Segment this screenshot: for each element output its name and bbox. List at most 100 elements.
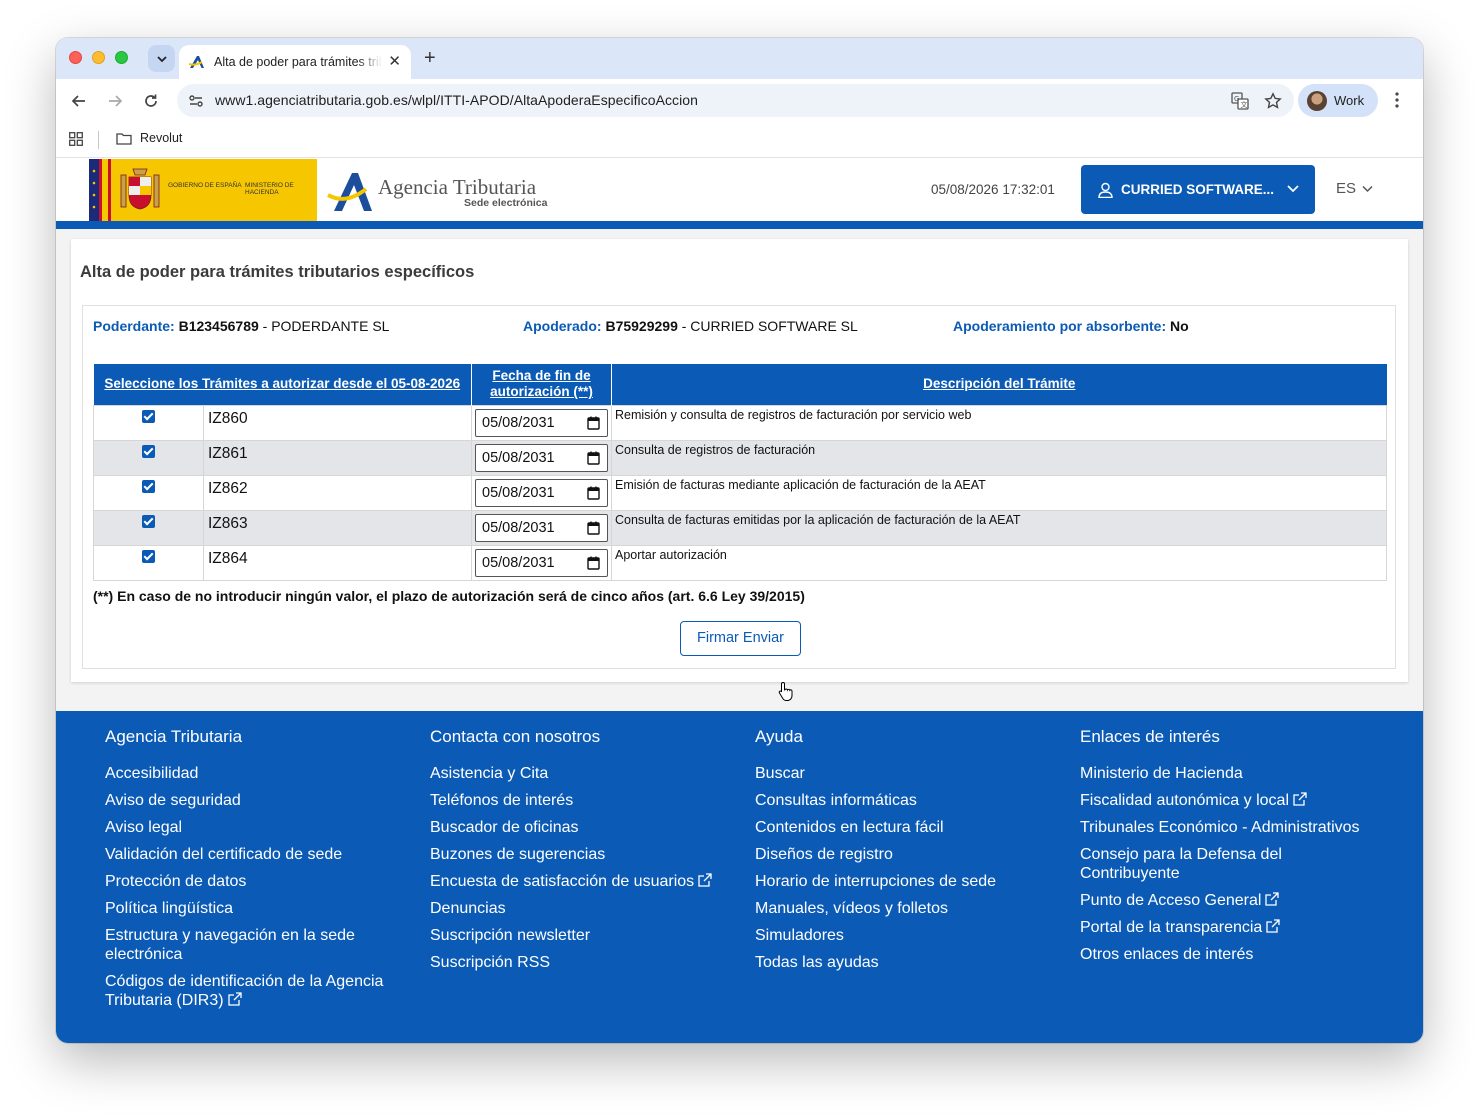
column-header-select[interactable]: Seleccione los Trámites a autorizar desd…: [93, 364, 472, 405]
more-menu-icon[interactable]: [1394, 91, 1400, 109]
site-settings-icon[interactable]: [188, 93, 204, 109]
chevron-down-icon: [156, 55, 167, 62]
minimize-window-button[interactable]: [92, 51, 105, 64]
footer-link-external[interactable]: Portal de la transparencia: [1080, 918, 1380, 937]
firmar-enviar-button[interactable]: Firmar Enviar: [680, 621, 801, 656]
footer-link[interactable]: Accesibilidad: [105, 764, 405, 783]
aeat-favicon-icon: [189, 56, 204, 68]
bookmark-star-icon[interactable]: [1264, 92, 1282, 110]
footer-column-contacto: Contacta con nosotros Asistencia y Cita …: [430, 727, 730, 980]
end-date-input[interactable]: 05/08/2031: [475, 548, 608, 577]
end-date-input[interactable]: 05/08/2031: [475, 478, 608, 507]
language-selector[interactable]: ES: [1336, 180, 1373, 197]
footer-link[interactable]: Ministerio de Hacienda: [1080, 764, 1380, 783]
agencia-tributaria-logo[interactable]: Agencia Tributaria Sede electrónica: [326, 167, 566, 213]
footer-link[interactable]: Aviso de seguridad: [105, 791, 405, 810]
footer-link[interactable]: Aviso legal: [105, 818, 405, 837]
footer-link-external[interactable]: Códigos de identificación de la Agencia …: [105, 972, 405, 1010]
tramites-table: Seleccione los Trámites a autorizar desd…: [93, 364, 1387, 581]
footer-link[interactable]: Buscar: [755, 764, 1055, 783]
tab-strip: Alta de poder para trámites tributarios …: [56, 38, 1423, 79]
column-header-date[interactable]: Fecha de fin de autorización (**): [471, 364, 612, 405]
calendar-icon[interactable]: [587, 416, 600, 430]
end-date-input[interactable]: 05/08/2031: [475, 513, 608, 542]
footer-link-external[interactable]: Encuesta de satisfacción de usuarios: [430, 872, 730, 891]
back-button[interactable]: [68, 90, 90, 112]
footer-link[interactable]: Manuales, vídeos y folletos: [755, 899, 1055, 918]
tramite-checkbox[interactable]: [142, 409, 155, 423]
new-tab-button[interactable]: +: [424, 47, 436, 69]
column-header-description[interactable]: Descripción del Trámite: [611, 364, 1387, 405]
end-date-input[interactable]: 05/08/2031: [475, 443, 608, 472]
footer-link[interactable]: Tribunales Económico - Administrativos: [1080, 818, 1380, 837]
footer-link[interactable]: Consultas informáticas: [755, 791, 1055, 810]
reload-button[interactable]: [140, 90, 162, 112]
tramite-description: Remisión y consulta de registros de fact…: [611, 404, 1387, 441]
end-date-value: 05/08/2031: [482, 519, 555, 536]
tramite-checkbox[interactable]: [142, 514, 155, 528]
footer-link[interactable]: Suscripción RSS: [430, 953, 730, 972]
tramite-checkbox[interactable]: [142, 444, 155, 458]
table-row: IZ861 05/08/2031 Consulta de registros d…: [93, 439, 1387, 476]
footer-link[interactable]: Buscador de oficinas: [430, 818, 730, 837]
tab-close-icon[interactable]: ✕: [388, 54, 401, 70]
close-window-button[interactable]: [69, 51, 82, 64]
bookmarks-bar: Revolut: [56, 122, 1423, 158]
poderdante-info: Poderdante: B123456789 - PODERDANTE SL: [93, 318, 389, 334]
footer-link[interactable]: Política lingüística: [105, 899, 405, 918]
gobierno-logo[interactable]: Gobierno de España Ministerio de Haciend…: [89, 159, 317, 221]
page-title: Alta de poder para trámites tributarios …: [80, 263, 475, 281]
bookmark-label: Revolut: [140, 131, 183, 145]
browser-tab-active[interactable]: Alta de poder para trámites tributarios …: [179, 45, 411, 79]
bookmark-revolut[interactable]: Revolut: [116, 131, 182, 145]
footer-link[interactable]: Otros enlaces de interés: [1080, 945, 1380, 964]
user-menu-button[interactable]: CURRIED SOFTWARE...: [1081, 165, 1315, 214]
apps-grid-icon[interactable]: [69, 132, 83, 146]
tramite-code: IZ863: [203, 509, 472, 546]
footer-link[interactable]: Teléfonos de interés: [430, 791, 730, 810]
calendar-icon[interactable]: [587, 556, 600, 570]
footer-link[interactable]: Consejo para la Defensa del Contribuyent…: [1080, 845, 1300, 883]
tramite-checkbox[interactable]: [142, 479, 155, 493]
end-date-input[interactable]: 05/08/2031: [475, 408, 608, 437]
site-header: Gobierno de España Ministerio de Haciend…: [56, 159, 1423, 221]
tramite-checkbox[interactable]: [142, 549, 155, 563]
footer-link[interactable]: Denuncias: [430, 899, 730, 918]
footer-link-external[interactable]: Punto de Acceso General: [1080, 891, 1380, 910]
footer-column-agencia: Agencia Tributaria Accesibilidad Aviso d…: [105, 727, 405, 1018]
footer-link[interactable]: Asistencia y Cita: [430, 764, 730, 783]
absorbente-info: Apoderamiento por absorbente: No: [953, 318, 1189, 334]
footer-link[interactable]: Simuladores: [755, 926, 1055, 945]
tramite-description: Consulta de registros de facturación: [611, 439, 1387, 476]
maximize-window-button[interactable]: [115, 51, 128, 64]
forward-button[interactable]: [104, 90, 126, 112]
footer-link[interactable]: Horario de interrupciones de sede: [755, 872, 1055, 891]
footer-link[interactable]: Buzones de sugerencias: [430, 845, 730, 864]
calendar-icon[interactable]: [587, 486, 600, 500]
footer-link[interactable]: Validación del certificado de sede: [105, 845, 405, 864]
footer-heading: Agencia Tributaria: [105, 727, 243, 746]
profile-button[interactable]: Work: [1298, 84, 1378, 117]
address-bar[interactable]: www1.agenciatributaria.gob.es/wlpl/ITTI-…: [177, 84, 1294, 117]
end-date-value: 05/08/2031: [482, 414, 555, 431]
calendar-icon[interactable]: [587, 521, 600, 535]
calendar-icon[interactable]: [587, 451, 600, 465]
web-page: Gobierno de España Ministerio de Haciend…: [56, 159, 1423, 1043]
translate-icon[interactable]: G文: [1231, 92, 1249, 110]
external-link-icon: [1266, 919, 1280, 933]
footer-link-external[interactable]: Fiscalidad autonómica y local: [1080, 791, 1380, 810]
footer-column-enlaces: Enlaces de interés Ministerio de Haciend…: [1080, 727, 1380, 972]
end-date-value: 05/08/2031: [482, 554, 555, 571]
footer-link[interactable]: Diseños de registro: [755, 845, 1055, 864]
chevron-down-icon: [1287, 185, 1299, 193]
footer-link-label: Punto de Acceso General: [1080, 892, 1262, 909]
tab-search-button[interactable]: [148, 45, 175, 72]
footer-link[interactable]: Contenidos en lectura fácil: [755, 818, 1055, 837]
table-row: IZ863 05/08/2031 Consulta de facturas em…: [93, 509, 1387, 546]
footer-link[interactable]: Todas las ayudas: [755, 953, 1055, 972]
footer-link[interactable]: Estructura y navegación en la sede elect…: [105, 926, 375, 964]
absorbente-label: Apoderamiento por absorbente:: [953, 318, 1167, 334]
footer-link[interactable]: Suscripción newsletter: [430, 926, 730, 945]
footer-link[interactable]: Protección de datos: [105, 872, 405, 891]
tramite-code: IZ861: [203, 439, 472, 476]
